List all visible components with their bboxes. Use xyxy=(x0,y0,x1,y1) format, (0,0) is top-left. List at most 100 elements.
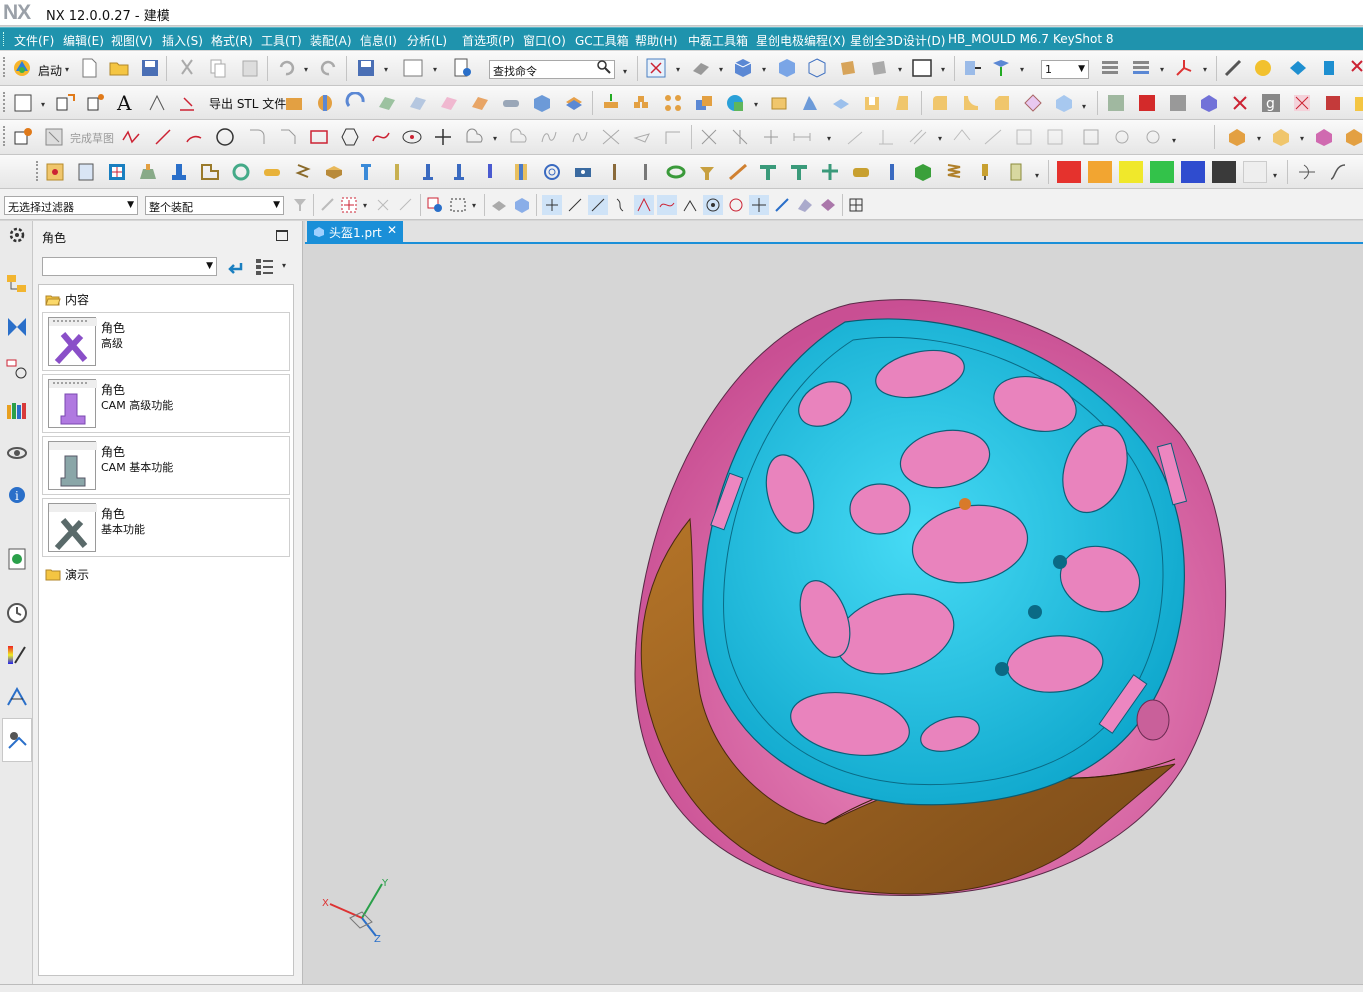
locate-ring-icon[interactable] xyxy=(788,161,810,183)
component-pattern-icon[interactable] xyxy=(1313,126,1335,148)
new-file-icon[interactable] xyxy=(78,57,100,79)
chamfer-icon[interactable] xyxy=(991,92,1013,114)
layer-settings-icon[interactable] xyxy=(1099,57,1121,79)
polygon-icon[interactable] xyxy=(339,126,361,148)
alternate-solution-icon[interactable] xyxy=(951,126,973,148)
web-browser-icon[interactable]: i xyxy=(5,483,29,507)
snap-on-face-icon[interactable] xyxy=(795,195,815,215)
ejector-icon[interactable] xyxy=(168,161,190,183)
g-tool-icon[interactable]: g xyxy=(1260,92,1282,114)
view-options-dropdown[interactable]: ▾ xyxy=(282,261,286,270)
point-icon[interactable] xyxy=(432,126,454,148)
open-folder-icon[interactable] xyxy=(108,57,130,79)
plate-icon[interactable] xyxy=(323,161,345,183)
snap-center-icon[interactable] xyxy=(703,195,723,215)
sweep-icon[interactable] xyxy=(345,92,367,114)
bushing-icon[interactable] xyxy=(541,161,563,183)
thin-pin-icon[interactable] xyxy=(603,161,625,183)
new-component-dropdown[interactable]: ▾ xyxy=(1300,134,1304,143)
snap-arc-center-icon[interactable] xyxy=(680,195,700,215)
pattern-feature-icon[interactable] xyxy=(631,92,653,114)
export-stl-button[interactable]: 导出 STL 文件 xyxy=(209,95,286,112)
menu-tools[interactable]: 工具(T) xyxy=(261,32,302,49)
background-dropdown[interactable]: ▾ xyxy=(941,65,945,74)
quick-trim-icon[interactable] xyxy=(600,126,622,148)
move-component-icon[interactable] xyxy=(961,57,983,79)
toolbar-overflow[interactable]: ▾ xyxy=(623,67,627,76)
shaded-cube-icon[interactable] xyxy=(732,57,754,79)
block-icon[interactable] xyxy=(531,92,553,114)
point-set-icon[interactable] xyxy=(146,92,168,114)
sketch-plane-icon[interactable] xyxy=(1044,126,1066,148)
color-swatch-blue[interactable] xyxy=(1181,161,1205,183)
snap-line-icon[interactable] xyxy=(565,195,585,215)
counter-icon[interactable] xyxy=(1005,161,1027,183)
red-block-icon[interactable] xyxy=(1136,92,1158,114)
auto-constrain-icon[interactable] xyxy=(760,126,782,148)
part-navigator-icon[interactable] xyxy=(5,357,29,381)
slide-icon[interactable] xyxy=(199,161,221,183)
coil-spring-icon[interactable] xyxy=(943,161,965,183)
folder-part-icon[interactable] xyxy=(1352,92,1363,114)
show-constraints-icon[interactable] xyxy=(729,126,751,148)
keyshot-icon[interactable] xyxy=(1252,57,1274,79)
clip-dropdown[interactable]: ▾ xyxy=(898,65,902,74)
gate-icon[interactable] xyxy=(696,161,718,183)
undo-dropdown[interactable]: ▾ xyxy=(304,65,308,74)
snap-bounded-icon[interactable] xyxy=(818,195,838,215)
component-dropdown[interactable]: ▾ xyxy=(1257,134,1261,143)
clip-view-icon[interactable] xyxy=(868,57,890,79)
red-cube-icon[interactable] xyxy=(1322,92,1344,114)
snap-on-curve-icon[interactable] xyxy=(772,195,792,215)
hide-icon[interactable] xyxy=(1105,92,1127,114)
dimension-icon[interactable] xyxy=(791,126,813,148)
assembly-constraint-icon[interactable] xyxy=(990,57,1012,79)
snap-intersection-icon[interactable] xyxy=(634,195,654,215)
ellipse-icon[interactable] xyxy=(401,126,423,148)
view-triad[interactable]: Y X Z xyxy=(320,874,390,944)
relations-icon[interactable] xyxy=(844,126,866,148)
intersection-curve-icon[interactable] xyxy=(569,126,591,148)
pattern-curve-icon[interactable] xyxy=(507,126,529,148)
fit-view-icon[interactable] xyxy=(645,57,667,79)
start-dropdown[interactable]: ▾ xyxy=(65,65,69,74)
demo-folder[interactable]: 演示 xyxy=(45,566,89,583)
feature-overflow[interactable]: ▾ xyxy=(1082,102,1086,111)
process-studio-icon[interactable] xyxy=(5,643,29,667)
reuse-library-icon[interactable] xyxy=(5,399,29,423)
pull-face-icon[interactable] xyxy=(600,92,622,114)
parallel-icon[interactable] xyxy=(906,126,928,148)
menu-3d-design[interactable]: 星创全3D设计(D) xyxy=(850,32,945,49)
role-cam-basic[interactable]: 角色 CAM 基本功能 xyxy=(42,436,290,495)
color-swatch-yellow[interactable] xyxy=(1119,161,1143,183)
geometric-constraint-icon[interactable] xyxy=(698,126,720,148)
list-view-icon[interactable] xyxy=(254,256,276,278)
fit-dropdown[interactable]: ▾ xyxy=(676,65,680,74)
orient-dropdown[interactable]: ▾ xyxy=(762,65,766,74)
background-icon[interactable] xyxy=(911,57,933,79)
mould-csys-icon[interactable] xyxy=(75,161,97,183)
gray-block-icon[interactable] xyxy=(1167,92,1189,114)
menu-grip[interactable] xyxy=(3,32,6,46)
update-model-icon[interactable] xyxy=(1142,126,1164,148)
helmet-model[interactable] xyxy=(305,244,1363,984)
perpendicular-icon[interactable] xyxy=(875,126,897,148)
ruled-surface-icon[interactable] xyxy=(469,92,491,114)
inferred-dimension-icon[interactable] xyxy=(982,126,1004,148)
role-essentials[interactable]: 角色 基本功能 xyxy=(42,498,290,557)
menu-info[interactable]: 信息(I) xyxy=(360,32,397,49)
wcs-dropdown[interactable]: ▾ xyxy=(1203,65,1207,74)
grid-icon[interactable] xyxy=(846,195,866,215)
offset-face-icon[interactable] xyxy=(563,92,585,114)
color-swatch-orange[interactable] xyxy=(1088,161,1112,183)
menu-window[interactable]: 窗口(O) xyxy=(523,32,566,49)
runner-icon[interactable] xyxy=(727,161,749,183)
cube-view-icon[interactable] xyxy=(776,57,798,79)
pattern-remove-icon[interactable] xyxy=(1291,92,1313,114)
save-as-icon[interactable] xyxy=(355,57,377,79)
wcs-icon[interactable] xyxy=(1173,57,1195,79)
layer-dropdown[interactable]: ▾ xyxy=(1160,65,1164,74)
thicken-icon[interactable] xyxy=(830,92,852,114)
electrode-icon[interactable] xyxy=(1318,57,1340,79)
snap-curve-icon[interactable] xyxy=(657,195,677,215)
